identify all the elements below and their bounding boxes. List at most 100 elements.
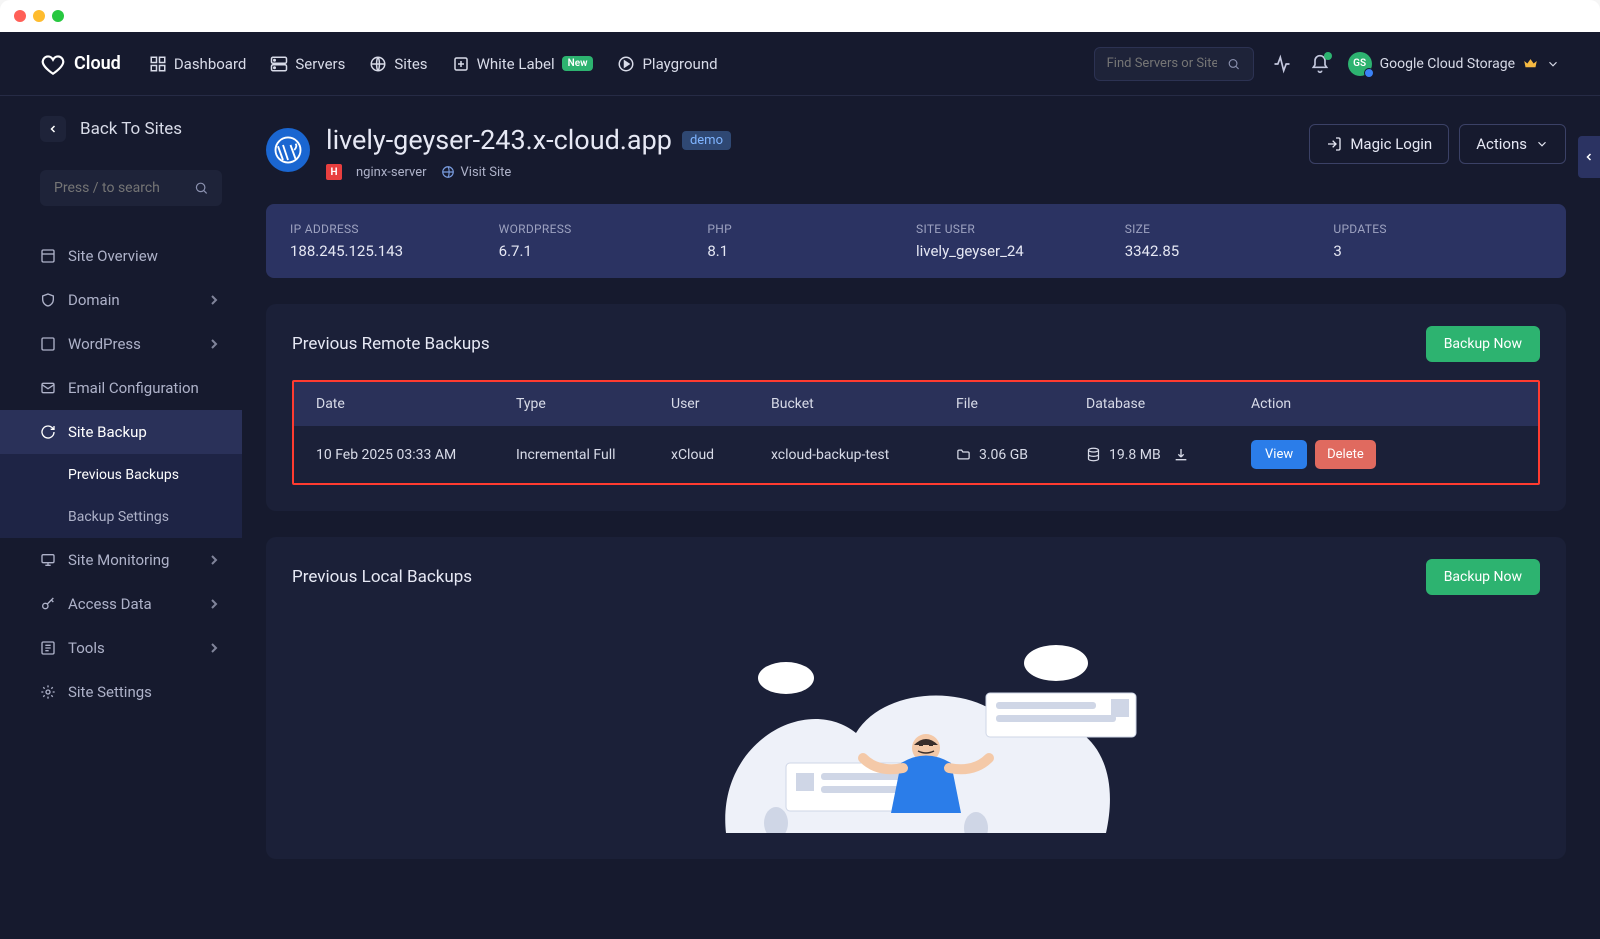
backup-now-button[interactable]: Backup Now xyxy=(1426,326,1540,362)
chevron-down-icon xyxy=(1535,137,1549,151)
wordpress-logo-icon xyxy=(273,135,303,165)
body-layout: Back To Sites Site Overview Domain WordP… xyxy=(0,96,1600,939)
sidebar-item-label: Tools xyxy=(68,639,105,657)
cell-action: View Delete xyxy=(1251,440,1516,469)
avatar: GS xyxy=(1348,52,1372,76)
sidebar-item-wordpress[interactable]: WordPress xyxy=(0,322,242,366)
nav-white-label-label: White Label xyxy=(477,55,555,73)
sidebar-item-domain[interactable]: Domain xyxy=(0,278,242,322)
nav-servers[interactable]: Servers xyxy=(270,55,345,73)
globe-icon xyxy=(441,165,455,179)
main-content: lively-geyser-243.x-cloud.app demo H ngi… xyxy=(242,96,1600,939)
nav-sites-label: Sites xyxy=(394,55,427,73)
brand-logo[interactable]: Cloud xyxy=(40,51,121,77)
chevron-left-icon xyxy=(1583,151,1595,163)
sidebar-search-input[interactable] xyxy=(54,180,194,196)
info-site-user: SITE USERlively_geyser_24 xyxy=(916,222,1125,260)
info-php: PHP8.1 xyxy=(707,222,916,260)
col-db-header: Database xyxy=(1086,396,1251,412)
nav-playground[interactable]: Playground xyxy=(617,55,717,73)
sidebar-item-tools[interactable]: Tools xyxy=(0,626,242,670)
info-updates: UPDATES3 xyxy=(1333,222,1542,260)
gear-icon xyxy=(40,684,56,700)
back-button[interactable] xyxy=(40,116,66,142)
tag-icon xyxy=(452,55,470,73)
sidebar-item-email[interactable]: Email Configuration xyxy=(0,366,242,410)
window-max-dot[interactable] xyxy=(52,10,64,22)
backup-now-button[interactable]: Backup Now xyxy=(1426,559,1540,595)
back-to-sites[interactable]: Back To Sites xyxy=(40,116,222,142)
table-row: 10 Feb 2025 03:33 AM Incremental Full xC… xyxy=(294,426,1538,483)
col-user-header: User xyxy=(671,396,771,412)
app-root: Cloud Dashboard Servers Sites White Labe… xyxy=(0,32,1600,939)
play-icon xyxy=(617,55,635,73)
server-name[interactable]: nginx-server xyxy=(356,165,427,180)
account-name: Google Cloud Storage xyxy=(1380,56,1515,72)
sidebar-item-access[interactable]: Access Data xyxy=(0,582,242,626)
sidebar-item-label: Email Configuration xyxy=(68,379,199,397)
notifications-button[interactable] xyxy=(1310,54,1330,74)
key-icon xyxy=(40,596,56,612)
illustration-icon xyxy=(656,623,1176,833)
sidebar-sub-backup-settings[interactable]: Backup Settings xyxy=(0,496,242,538)
activity-button[interactable] xyxy=(1272,54,1292,74)
col-file-header: File xyxy=(956,396,1086,412)
wordpress-badge xyxy=(266,128,310,172)
info-value: 6.7.1 xyxy=(499,242,708,260)
col-date-header: Date xyxy=(316,396,516,412)
tools-icon xyxy=(40,640,56,656)
nav-dashboard[interactable]: Dashboard xyxy=(149,55,247,73)
global-search[interactable] xyxy=(1094,47,1254,81)
window-min-dot[interactable] xyxy=(33,10,45,22)
sidebar-item-backup[interactable]: Site Backup xyxy=(0,410,242,454)
empty-state-illustration xyxy=(292,613,1540,833)
user-menu[interactable]: GS Google Cloud Storage xyxy=(1348,52,1560,76)
right-drawer-toggle[interactable] xyxy=(1578,136,1600,178)
visit-site-link[interactable]: Visit Site xyxy=(441,165,512,180)
sidebar-search[interactable] xyxy=(40,170,222,206)
col-action-header: Action xyxy=(1251,396,1516,412)
info-label: IP ADDRESS xyxy=(290,222,499,236)
search-icon xyxy=(194,180,209,196)
layout-icon xyxy=(40,248,56,264)
back-label: Back To Sites xyxy=(80,119,182,139)
brand-text: Cloud xyxy=(74,53,121,74)
top-nav: Cloud Dashboard Servers Sites White Labe… xyxy=(0,32,1600,96)
info-label: PHP xyxy=(707,222,916,236)
database-icon xyxy=(1086,447,1101,462)
sidebar-item-label: Domain xyxy=(68,291,120,309)
sidebar: Back To Sites Site Overview Domain WordP… xyxy=(0,96,242,939)
cell-database: 19.8 MB xyxy=(1086,447,1251,463)
avatar-provider-dot xyxy=(1364,68,1374,78)
magic-login-button[interactable]: Magic Login xyxy=(1309,124,1449,164)
magic-login-label: Magic Login xyxy=(1350,135,1432,153)
remote-backups-table: Date Type User Bucket File Database Acti… xyxy=(292,380,1540,485)
nav-white-label[interactable]: White Label New xyxy=(452,55,594,73)
sidebar-item-label: WordPress xyxy=(68,335,141,353)
notification-dot xyxy=(1324,52,1332,60)
server-icon xyxy=(270,55,288,73)
sidebar-item-label: Site Monitoring xyxy=(68,551,169,569)
download-db-button[interactable] xyxy=(1173,447,1189,463)
nav-sites[interactable]: Sites xyxy=(369,55,427,73)
sidebar-item-overview[interactable]: Site Overview xyxy=(0,234,242,278)
site-title-row: lively-geyser-243.x-cloud.app demo xyxy=(326,124,731,156)
db-size: 19.8 MB xyxy=(1109,447,1161,463)
sidebar-item-label: Site Overview xyxy=(68,247,158,265)
site-meta: H nginx-server Visit Site xyxy=(326,164,731,180)
delete-button[interactable]: Delete xyxy=(1315,440,1376,469)
cell-file: 3.06 GB xyxy=(956,447,1086,463)
view-button[interactable]: View xyxy=(1251,440,1307,469)
server-provider-badge: H xyxy=(326,164,342,180)
window-close-dot[interactable] xyxy=(14,10,26,22)
sidebar-item-monitoring[interactable]: Site Monitoring xyxy=(0,538,242,582)
actions-dropdown[interactable]: Actions xyxy=(1459,124,1566,164)
info-label: SIZE xyxy=(1125,222,1334,236)
cell-bucket: xcloud-backup-test xyxy=(771,447,956,463)
avatar-initials: GS xyxy=(1353,58,1366,69)
search-icon xyxy=(1227,56,1240,72)
sidebar-item-settings[interactable]: Site Settings xyxy=(0,670,242,714)
panel-title: Previous Local Backups xyxy=(292,567,472,587)
search-input[interactable] xyxy=(1107,56,1218,71)
sidebar-sub-previous-backups[interactable]: Previous Backups xyxy=(0,454,242,496)
